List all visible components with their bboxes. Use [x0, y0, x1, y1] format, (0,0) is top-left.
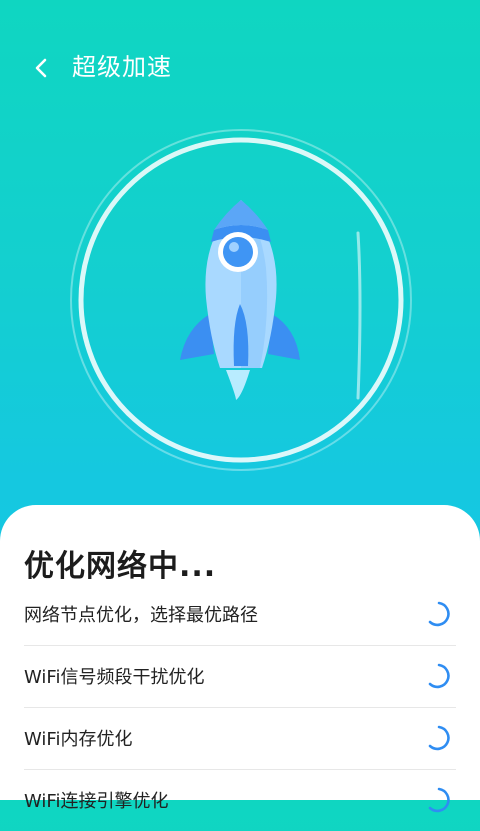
status-heading: 优化网络中...: [24, 549, 217, 584]
task-row-wifi-memory: WiFi内存优化: [24, 707, 456, 770]
task-label: WiFi连接引擎优化: [24, 791, 169, 812]
task-row-wifi-engine: WiFi连接引擎优化: [24, 769, 456, 831]
task-label: WiFi内存优化: [24, 729, 133, 750]
acceleration-hero: [66, 128, 416, 478]
chevron-left-icon: [35, 58, 47, 78]
task-label: 网络节点优化，选择最优路径: [24, 605, 258, 626]
spinner-icon: [428, 725, 450, 751]
top-bar: 超级加速: [0, 38, 480, 98]
rocket-illustration: [70, 129, 412, 471]
optimization-panel: 优化网络中... 网络节点优化，选择最优路径 WiFi信号频段干扰优化 WiFi…: [0, 505, 480, 813]
task-label: WiFi信号频段干扰优化: [24, 667, 205, 688]
rocket-icon: [180, 200, 300, 400]
back-button[interactable]: [22, 48, 62, 88]
page-title: 超级加速: [72, 53, 172, 81]
task-row-network-node: 网络节点优化，选择最优路径: [24, 583, 456, 646]
spinner-icon: [428, 601, 450, 627]
spinner-icon: [428, 663, 450, 689]
task-row-wifi-band: WiFi信号频段干扰优化: [24, 645, 456, 708]
spinner-icon: [428, 787, 450, 813]
